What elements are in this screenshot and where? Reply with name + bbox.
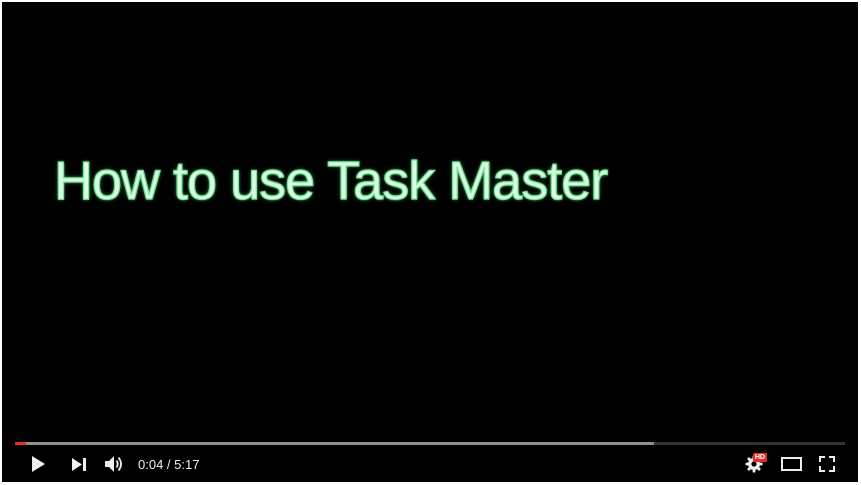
player-controls: 0:04 / 5:17 HD [2,446,858,482]
progress-buffered [15,442,655,445]
volume-icon [105,455,125,473]
hd-badge: HD [752,453,767,462]
gear-icon: HD [745,453,767,473]
settings-button[interactable]: HD [737,450,771,478]
play-icon [31,456,45,472]
volume-button[interactable] [98,450,132,478]
progress-played [15,442,26,445]
time-separator: / [163,457,175,472]
play-button[interactable] [21,450,55,478]
next-button[interactable] [62,450,96,478]
duration: 5:17 [174,457,200,472]
fullscreen-button[interactable] [810,450,844,478]
next-icon [72,457,86,471]
theater-mode-icon [780,457,802,471]
video-title-text: How to use Task Master [53,150,608,211]
progress-bar[interactable] [15,442,845,445]
current-time: 0:04 [138,457,164,472]
theater-mode-button[interactable] [774,450,808,478]
fullscreen-icon [819,456,835,472]
video-player[interactable]: How to use Task Master 0:04 / 5:17 HD [2,2,858,482]
time-display: 0:04 / 5:17 [138,457,199,472]
